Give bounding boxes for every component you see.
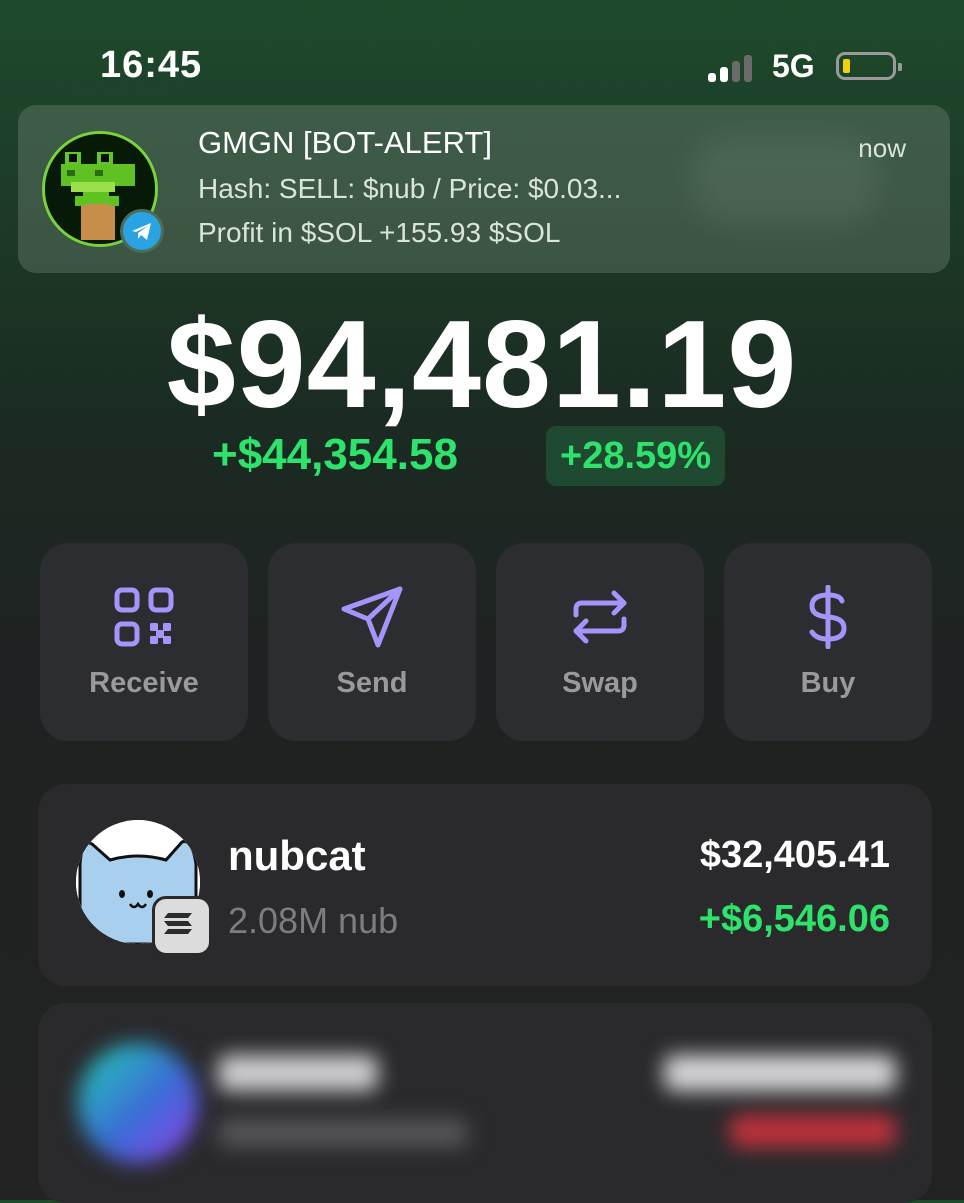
network-type: 5G bbox=[772, 48, 815, 84]
portfolio-balance: $94,481.19 bbox=[166, 296, 798, 434]
send-label: Send bbox=[336, 667, 408, 699]
swap-label: Swap bbox=[562, 667, 638, 699]
blurred-token-amount bbox=[218, 1119, 468, 1147]
change-percent-badge: +28.59% bbox=[546, 426, 726, 486]
telegram-icon bbox=[120, 209, 164, 253]
status-time: 16:45 bbox=[100, 44, 203, 86]
buy-button[interactable]: Buy bbox=[724, 543, 932, 741]
notification-line-1: Hash: SELL: $nub / Price: $0.03... bbox=[198, 173, 622, 204]
token-name: nubcat bbox=[228, 832, 366, 879]
blurred-token-value bbox=[664, 1055, 896, 1091]
action-buttons: Receive Send Swap Buy bbox=[40, 543, 932, 741]
send-button[interactable]: Send bbox=[268, 543, 476, 741]
buy-label: Buy bbox=[800, 667, 856, 699]
blurred-token-name bbox=[218, 1055, 378, 1091]
receive-label: Receive bbox=[89, 667, 199, 699]
cellular-signal-icon bbox=[708, 54, 758, 82]
solana-icon bbox=[152, 896, 212, 956]
blurred-token-icon bbox=[78, 1043, 198, 1163]
change-amount: +$44,354.58 bbox=[212, 430, 458, 479]
notification-time: now bbox=[858, 133, 906, 163]
dollar-icon bbox=[809, 585, 847, 649]
blurred-token-pnl bbox=[730, 1115, 896, 1147]
swap-icon bbox=[573, 590, 627, 644]
portfolio-change: +$44,354.58 +28.59% bbox=[0, 426, 964, 488]
notification-line-2: Profit in $SOL +155.93 $SOL bbox=[198, 217, 561, 248]
token-row-blurred[interactable] bbox=[38, 1003, 932, 1203]
notification-title: GMGN [BOT-ALERT] bbox=[198, 125, 492, 160]
send-icon bbox=[341, 586, 403, 648]
swap-button[interactable]: Swap bbox=[496, 543, 704, 741]
token-value: $32,405.41 bbox=[699, 834, 890, 876]
token-pnl: +$6,546.06 bbox=[698, 898, 890, 940]
token-amount: 2.08M nub bbox=[228, 900, 399, 941]
notification-banner[interactable]: GMGN [BOT-ALERT] Hash: SELL: $nub / Pric… bbox=[18, 105, 950, 273]
receive-button[interactable]: Receive bbox=[40, 543, 248, 741]
token-row-nubcat[interactable]: nubcat 2.08M nub $32,405.41 +$6,546.06 bbox=[38, 784, 932, 986]
qr-code-icon bbox=[114, 587, 174, 647]
status-bar: 16:45 5G bbox=[0, 0, 964, 100]
battery-icon bbox=[836, 52, 902, 80]
